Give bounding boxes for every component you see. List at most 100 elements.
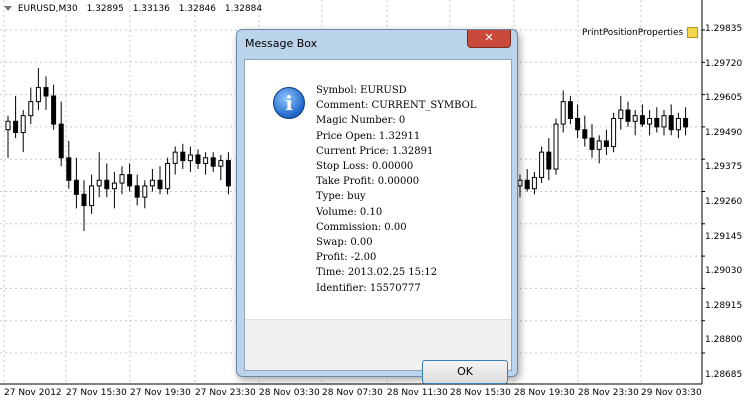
message-text: Symbol: EURUSD Comment: CURRENT_SYMBOL Mag… xyxy=(316,83,476,296)
candle-bear xyxy=(134,185,140,198)
price-tick-label: 1.29145 xyxy=(705,231,743,242)
message-line: Comment: CURRENT_SYMBOL xyxy=(316,100,477,112)
candle-bull xyxy=(165,162,171,190)
dialog-client: i Symbol: EURUSD Comment: CURRENT_SYMBOL M… xyxy=(244,59,512,384)
candle-bull xyxy=(20,115,26,134)
candle-bear xyxy=(13,120,19,134)
candle-bull xyxy=(96,179,102,187)
candle-bear xyxy=(546,151,552,170)
time-tick-label: 28 Nov 03:30 xyxy=(259,388,320,398)
candle-bull xyxy=(218,160,224,167)
candle-bull xyxy=(531,176,537,190)
candle-bear xyxy=(524,179,530,190)
time-tick-label: 27 Nov 15:30 xyxy=(66,388,127,398)
indicator-label[interactable]: PrintPositionProperties xyxy=(582,27,699,38)
time-tick-label: 29 Nov 03:30 xyxy=(641,388,702,398)
time-tick-label: 27 Nov 19:30 xyxy=(130,388,191,398)
candle-bull xyxy=(172,151,178,164)
candle-bear xyxy=(575,117,581,131)
candle-bear xyxy=(73,179,79,195)
time-tick-label: 28 Nov 19:30 xyxy=(514,388,575,398)
time-tick-label: 28 Nov 07:30 xyxy=(322,388,383,398)
indicator-name: PrintPositionProperties xyxy=(582,28,684,38)
candle-bull xyxy=(618,109,624,119)
message-line: Magic Number: 0 xyxy=(316,115,406,127)
candle-bull xyxy=(596,140,602,150)
candle-bull xyxy=(675,117,681,131)
candle-bear xyxy=(58,123,64,159)
candle-bull xyxy=(539,151,545,178)
candle-bull xyxy=(560,101,566,125)
message-line: Swap: 0.00 xyxy=(316,237,373,249)
message-line: Commission: 0.00 xyxy=(316,221,407,233)
candle-bull xyxy=(632,115,638,122)
dropdown-arrow-icon[interactable] xyxy=(4,6,12,11)
message-box-dialog: Message Box ✕ i Symbol: EURUSD Comment: C… xyxy=(236,29,518,384)
candle-bear xyxy=(51,95,57,125)
time-tick-label: 27 Nov 23:30 xyxy=(195,388,256,398)
message-line: Take Profit: 0.00000 xyxy=(316,176,420,188)
candle-bull xyxy=(89,185,95,207)
candle-bear xyxy=(66,157,72,181)
message-line: Volume: 0.10 xyxy=(316,206,383,218)
candle-bear xyxy=(567,101,573,119)
close-button[interactable]: ✕ xyxy=(467,30,511,48)
symbol-label: EURUSD,M30 xyxy=(17,4,78,14)
price-tick-label: 1.29030 xyxy=(705,266,743,277)
chart-header: EURUSD,M30 1.32895 1.33136 1.32846 1.328… xyxy=(4,4,268,14)
candle-bear xyxy=(81,193,87,207)
candle-bear xyxy=(157,179,163,190)
close-value: 1.32884 xyxy=(224,4,263,14)
time-tick-label: 27 Nov 2012 xyxy=(4,388,62,398)
candle-bear xyxy=(582,129,588,139)
low-value: 1.32846 xyxy=(178,4,216,14)
candle-bear xyxy=(683,117,689,128)
price-tick-label: 1.29605 xyxy=(705,93,743,104)
message-line: Type: buy xyxy=(316,191,366,203)
candle-bull xyxy=(35,87,41,103)
candle-bull xyxy=(5,120,11,131)
message-line: Price Open: 1.32911 xyxy=(316,130,421,142)
candle-bear xyxy=(654,117,660,128)
price-tick-label: 1.29490 xyxy=(705,127,743,138)
candle-bull xyxy=(119,174,125,184)
message-line: Profit: -2.00 xyxy=(316,252,377,264)
message-line: Identifier: 15570777 xyxy=(316,282,421,294)
candle-bull xyxy=(111,182,117,190)
price-tick-label: 1.29835 xyxy=(705,24,743,34)
high-value: 1.33136 xyxy=(132,4,170,14)
time-tick-label: 28 Nov 23:30 xyxy=(578,388,639,398)
time-tick-label: 28 Nov 11:30 xyxy=(387,388,448,398)
candle-bear xyxy=(639,115,645,125)
candle-bull xyxy=(203,157,209,164)
ok-button[interactable]: OK xyxy=(422,360,508,384)
candle-bull xyxy=(661,115,667,128)
candle-bull xyxy=(142,185,148,198)
time-tick-label: 28 Nov 15:30 xyxy=(450,388,511,398)
price-tick-label: 1.29260 xyxy=(705,197,743,207)
candle-bear xyxy=(589,137,595,150)
candle-bear xyxy=(625,109,631,122)
candle-bear xyxy=(603,140,609,148)
open-value: 1.32895 xyxy=(86,4,124,14)
price-tick-label: 1.29720 xyxy=(705,58,743,69)
message-line: Stop Loss: 0.00000 xyxy=(316,161,414,173)
price-tick-label: 1.28915 xyxy=(705,300,743,311)
price-tick-label: 1.28685 xyxy=(705,370,743,380)
price-tick-label: 1.29375 xyxy=(705,162,743,173)
candle-bull xyxy=(647,117,653,125)
info-icon: i xyxy=(273,87,305,119)
candle-bull xyxy=(149,179,155,187)
candle-bear xyxy=(104,179,110,190)
message-line: Symbol: EURUSD xyxy=(316,85,407,96)
candle-bear xyxy=(127,174,133,187)
candle-bear xyxy=(43,87,49,97)
message-line: Current Price: 1.32891 xyxy=(316,145,434,157)
candle-bear xyxy=(180,151,186,162)
candle-bull xyxy=(553,123,559,170)
dialog-title: Message Box xyxy=(245,37,318,50)
candle-bear xyxy=(225,160,231,187)
price-tick-label: 1.28800 xyxy=(705,335,743,346)
candle-bull xyxy=(517,179,523,187)
candle-bear xyxy=(668,115,674,131)
